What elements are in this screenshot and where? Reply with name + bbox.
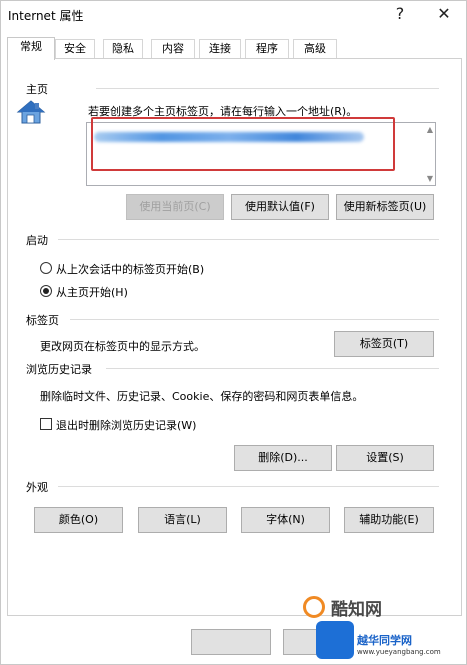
tabs-description: 更改网页在标签页中的显示方式。	[40, 340, 205, 353]
tab-security[interactable]: 安全	[55, 39, 95, 59]
tab-strip: 常规 安全 隐私 内容 连接 程序 高级	[7, 37, 462, 60]
scroll-up-icon[interactable]: ▲	[427, 125, 433, 134]
homepage-section-label: 主页	[26, 83, 48, 96]
window-title: Internet 属性	[8, 9, 84, 23]
home-icon	[16, 100, 46, 124]
radio-home-page-label: 从主页开始(H)	[56, 286, 128, 299]
scroll-down-icon[interactable]: ▼	[427, 174, 433, 183]
watermark-brand-secondary: 越华同学网	[357, 634, 412, 647]
languages-button[interactable]: 语言(L)	[138, 507, 227, 533]
section-divider	[58, 486, 439, 487]
section-divider	[70, 319, 439, 320]
ok-button[interactable]	[191, 629, 271, 655]
appearance-section-label: 外观	[26, 481, 48, 494]
radio-last-session-label: 从上次会话中的标签页开始(B)	[56, 263, 205, 276]
tab-connections[interactable]: 连接	[199, 39, 241, 59]
close-icon[interactable]: ✕	[429, 3, 459, 27]
use-new-tab-button[interactable]: 使用新标签页(U)	[336, 194, 434, 220]
tab-privacy[interactable]: 隐私	[103, 39, 143, 59]
watermark-badge-icon	[316, 621, 354, 659]
title-bar: Internet 属性 ? ✕	[1, 1, 466, 31]
tab-general[interactable]: 常规	[7, 37, 55, 60]
use-current-button: 使用当前页(C)	[126, 194, 224, 220]
section-divider	[106, 368, 439, 369]
general-tab-panel: 主页 若要创建多个主页标签页，请在每行输入一个地址(R)。 ▲ ▼ 使用当前页(…	[7, 58, 462, 616]
history-section-label: 浏览历史记录	[26, 363, 92, 376]
use-default-button[interactable]: 使用默认值(F)	[231, 194, 329, 220]
internet-properties-dialog: Internet 属性 ? ✕ 常规 安全 隐私 内容 连接 程序 高级 主页 …	[0, 0, 467, 665]
watermark-url: www.yueyangbang.com	[357, 648, 441, 656]
tab-advanced[interactable]: 高级	[293, 39, 337, 59]
tab-content[interactable]: 内容	[151, 39, 195, 59]
fonts-button[interactable]: 字体(N)	[241, 507, 330, 533]
tabs-section-label: 标签页	[26, 314, 59, 327]
radio-last-session[interactable]	[40, 262, 52, 274]
red-highlight-annotation	[91, 117, 395, 171]
colors-button[interactable]: 颜色(O)	[34, 507, 123, 533]
tab-programs[interactable]: 程序	[245, 39, 289, 59]
cancel-button[interactable]	[283, 629, 317, 655]
delete-history-button[interactable]: 删除(D)...	[234, 445, 332, 471]
accessibility-button[interactable]: 辅助功能(E)	[344, 507, 434, 533]
watermark-brand: 酷知网	[331, 600, 382, 620]
section-divider	[58, 239, 439, 240]
delete-on-exit-label: 退出时删除浏览历史记录(W)	[56, 419, 197, 432]
help-icon[interactable]: ?	[385, 3, 415, 27]
history-description: 删除临时文件、历史记录、Cookie、保存的密码和网页表单信息。	[40, 390, 364, 403]
section-divider	[96, 88, 439, 89]
radio-selected-dot	[43, 288, 49, 294]
radio-home-page[interactable]	[40, 285, 52, 297]
startup-section-label: 启动	[26, 234, 48, 247]
watermark-logo-icon	[303, 596, 325, 618]
tabs-settings-button[interactable]: 标签页(T)	[334, 331, 434, 357]
delete-on-exit-checkbox[interactable]	[40, 418, 52, 430]
history-settings-button[interactable]: 设置(S)	[336, 445, 434, 471]
